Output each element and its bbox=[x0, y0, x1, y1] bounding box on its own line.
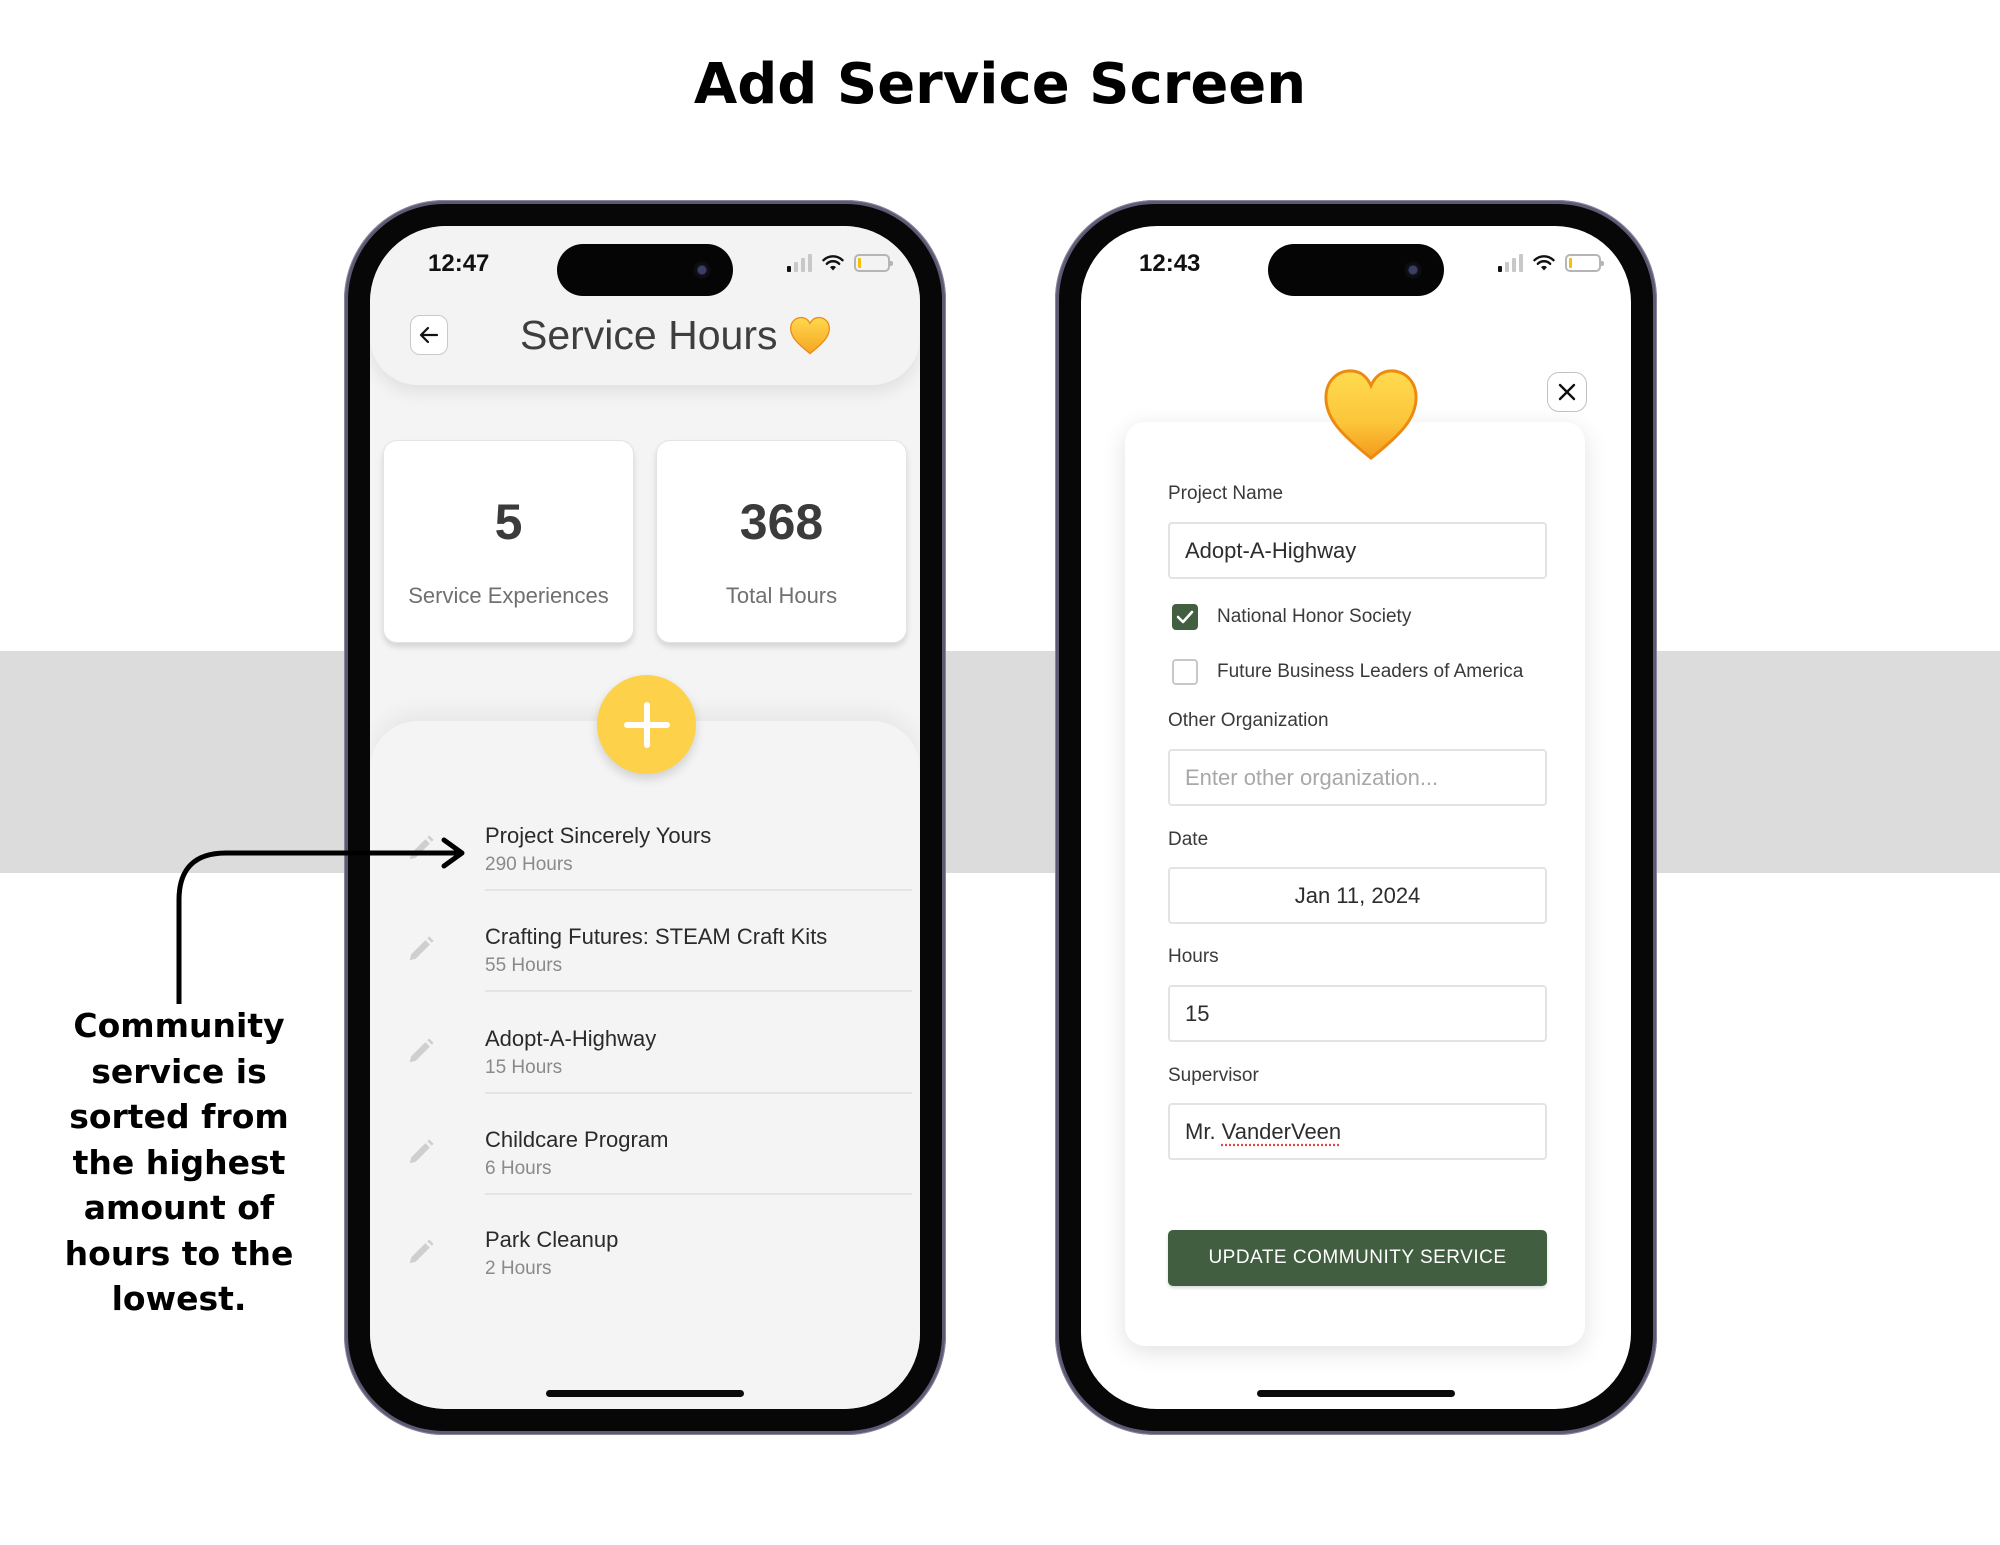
stat-value: 5 bbox=[494, 494, 523, 550]
checkbox-label: Future Business Leaders of America bbox=[1217, 661, 1524, 682]
list-item[interactable]: Project Sincerely Yours 290 Hours bbox=[370, 823, 920, 924]
date-label: Date bbox=[1168, 829, 1209, 850]
date-picker[interactable]: Jan 11, 2024 bbox=[1168, 867, 1547, 924]
project-name-label: Project Name bbox=[1168, 483, 1284, 504]
hours-input[interactable] bbox=[1168, 985, 1547, 1042]
page-title: Add Service Screen bbox=[693, 52, 1307, 117]
camera-icon bbox=[1404, 261, 1422, 279]
update-community-service-button[interactable]: UPDATE COMMUNITY SERVICE bbox=[1168, 1230, 1547, 1286]
status-icons bbox=[1498, 254, 1604, 272]
divider bbox=[485, 990, 912, 992]
list-item[interactable]: Park Cleanup 2 Hours bbox=[370, 1227, 920, 1328]
pencil-icon[interactable] bbox=[406, 1036, 436, 1066]
service-list: Project Sincerely Yours 290 Hours Crafti… bbox=[370, 721, 920, 1409]
pencil-icon[interactable] bbox=[406, 1137, 436, 1167]
update-service-screen: 12:43 Project Name National Honor Societ… bbox=[1081, 226, 1631, 1409]
yellow-heart-icon bbox=[1324, 369, 1418, 461]
stat-value: 368 bbox=[739, 494, 824, 550]
close-button[interactable] bbox=[1547, 372, 1587, 412]
arrow-left-icon bbox=[419, 326, 439, 344]
service-name: Adopt-A-Highway bbox=[485, 1026, 657, 1051]
dynamic-island bbox=[1268, 244, 1444, 296]
screen-title: Service Hours bbox=[520, 312, 831, 359]
pencil-icon[interactable] bbox=[406, 833, 436, 863]
checkbox-national-honor-society[interactable]: National Honor Society bbox=[1172, 604, 1411, 630]
add-service-button[interactable] bbox=[597, 675, 696, 774]
checkbox-future-business-leaders[interactable]: Future Business Leaders of America bbox=[1172, 659, 1523, 685]
stat-label: Total Hours bbox=[725, 583, 838, 608]
stat-label: Service Experiences bbox=[408, 583, 609, 608]
wifi-icon bbox=[822, 255, 844, 271]
supervisor-value-name: VanderVeen bbox=[1221, 1119, 1342, 1144]
close-icon bbox=[1558, 383, 1576, 401]
divider bbox=[485, 1092, 912, 1094]
checkbox-unchecked[interactable] bbox=[1172, 659, 1198, 685]
background-band bbox=[0, 651, 2000, 873]
camera-icon bbox=[693, 261, 711, 279]
pencil-icon[interactable] bbox=[406, 934, 436, 964]
phone-update-service: 12:43 Project Name National Honor Societ… bbox=[1055, 200, 1657, 1435]
supervisor-value-prefix: Mr. bbox=[1185, 1119, 1222, 1144]
divider bbox=[485, 1193, 912, 1195]
home-indicator bbox=[546, 1390, 744, 1397]
checkmark-icon bbox=[1176, 610, 1194, 624]
service-hours-screen: 12:47 Service Hours 5 Service Experience… bbox=[370, 226, 920, 1409]
service-name: Park Cleanup bbox=[485, 1227, 619, 1252]
wifi-icon bbox=[1533, 255, 1555, 271]
service-name: Crafting Futures: STEAM Craft Kits bbox=[485, 924, 828, 949]
status-icons bbox=[787, 254, 893, 272]
plus-icon bbox=[623, 701, 670, 748]
signal-icon bbox=[1498, 254, 1523, 272]
status-time: 12:47 bbox=[428, 250, 490, 277]
service-name: Childcare Program bbox=[485, 1127, 669, 1152]
list-item[interactable]: Adopt-A-Highway 15 Hours bbox=[370, 1026, 920, 1127]
phone-service-hours: 12:47 Service Hours 5 Service Experience… bbox=[344, 200, 946, 1435]
stat-card-total-hours: 368 Total Hours bbox=[656, 440, 907, 643]
hours-label: Hours bbox=[1168, 946, 1219, 967]
project-name-input[interactable] bbox=[1168, 522, 1547, 579]
checkbox-checked[interactable] bbox=[1172, 604, 1198, 630]
supervisor-label: Supervisor bbox=[1168, 1065, 1259, 1086]
service-hours: 6 Hours bbox=[485, 1158, 552, 1179]
screen-title-text: Service Hours bbox=[520, 312, 778, 358]
service-hours: 2 Hours bbox=[485, 1258, 552, 1279]
service-hours: 290 Hours bbox=[485, 854, 573, 875]
back-button[interactable] bbox=[410, 315, 448, 355]
battery-icon bbox=[1565, 254, 1604, 272]
service-hours: 55 Hours bbox=[485, 955, 563, 976]
battery-icon bbox=[854, 254, 893, 272]
list-item[interactable]: Crafting Futures: STEAM Craft Kits 55 Ho… bbox=[370, 924, 920, 1025]
stat-card-service-experiences: 5 Service Experiences bbox=[383, 440, 634, 643]
status-time: 12:43 bbox=[1139, 250, 1201, 277]
service-hours: 15 Hours bbox=[485, 1057, 563, 1078]
list-item[interactable]: Childcare Program 6 Hours bbox=[370, 1127, 920, 1228]
service-name: Project Sincerely Yours bbox=[485, 823, 712, 848]
yellow-heart-icon bbox=[790, 316, 831, 354]
signal-icon bbox=[787, 254, 812, 272]
dynamic-island bbox=[557, 244, 733, 296]
other-organization-input[interactable] bbox=[1168, 749, 1547, 806]
checkbox-label: National Honor Society bbox=[1217, 606, 1412, 627]
annotation-text: Community service is sorted from the hig… bbox=[64, 1006, 294, 1318]
service-form: Project Name National Honor Society Futu… bbox=[1125, 422, 1585, 1346]
divider bbox=[485, 889, 912, 891]
other-organization-label: Other Organization bbox=[1168, 710, 1329, 731]
pencil-icon[interactable] bbox=[406, 1237, 436, 1267]
header: 12:47 Service Hours bbox=[370, 226, 920, 385]
home-indicator bbox=[1257, 1390, 1455, 1397]
supervisor-input[interactable]: Mr. VanderVeen bbox=[1168, 1103, 1547, 1160]
